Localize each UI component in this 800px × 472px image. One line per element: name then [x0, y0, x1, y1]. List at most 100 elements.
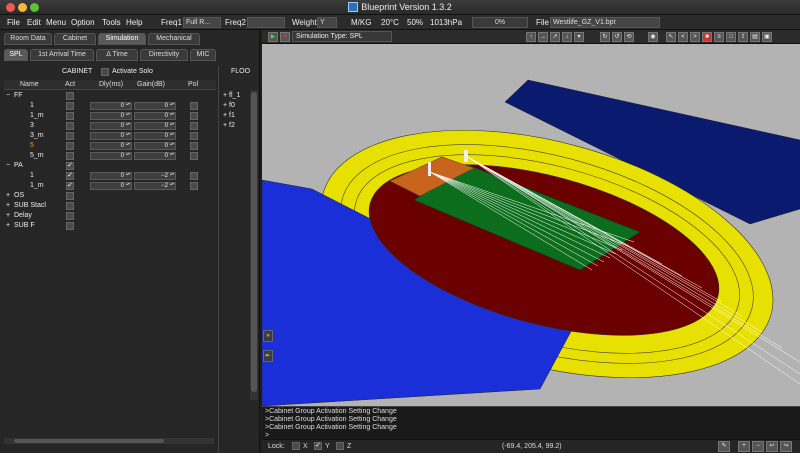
- tab-simulation[interactable]: Simulation: [98, 33, 146, 45]
- layers-icon[interactable]: ≡: [714, 32, 724, 42]
- gain-stepper[interactable]: −2: [134, 182, 176, 190]
- polarity-button[interactable]: [190, 122, 198, 130]
- delay-stepper[interactable]: 0: [90, 102, 132, 110]
- corner-icon[interactable]: ↪: [780, 441, 792, 452]
- act-checkbox[interactable]: [66, 152, 74, 160]
- menu-menu[interactable]: Menu: [46, 18, 66, 27]
- tab-cabinet[interactable]: Cabinet: [54, 33, 96, 45]
- table-row[interactable]: 5 0 0: [4, 141, 216, 151]
- tree-group-sub-f[interactable]: + SUB F: [4, 221, 216, 231]
- menu-tools[interactable]: Tools: [102, 18, 121, 27]
- tree-expander[interactable]: +: [223, 92, 227, 99]
- move-right-icon[interactable]: →: [538, 32, 548, 42]
- tree-expander[interactable]: +: [6, 192, 10, 199]
- scroll-thumb[interactable]: [14, 439, 164, 443]
- activate-solo-checkbox[interactable]: [101, 68, 109, 76]
- table-row[interactable]: 3 0 0: [4, 121, 216, 131]
- polarity-button[interactable]: [190, 152, 198, 160]
- arrow-icon[interactable]: ↖: [666, 32, 676, 42]
- act-checkbox[interactable]: [66, 102, 74, 110]
- rotate-ccw-icon[interactable]: ↺: [612, 32, 622, 42]
- remove-point-icon[interactable]: −: [752, 441, 764, 452]
- tree-expander[interactable]: +: [6, 222, 10, 229]
- tree-expander[interactable]: −: [6, 162, 10, 169]
- tab-directivity[interactable]: Directivity: [140, 49, 188, 61]
- play-icon[interactable]: ▶: [268, 32, 278, 42]
- tree-group-delay[interactable]: + Delay: [4, 211, 216, 221]
- refresh-icon[interactable]: ⟲: [624, 32, 634, 42]
- add-point-icon[interactable]: +: [738, 441, 750, 452]
- polarity-button[interactable]: [190, 172, 198, 180]
- table-row[interactable]: 5_m 0 0: [4, 151, 216, 161]
- tree-expander[interactable]: +: [6, 202, 10, 209]
- left-vertical-scrollbar[interactable]: [250, 90, 258, 400]
- tab-mic[interactable]: MIC: [190, 49, 216, 61]
- floor-item[interactable]: + f2: [223, 122, 235, 129]
- window-icon[interactable]: □: [726, 32, 736, 42]
- group-act-checkbox[interactable]: [66, 222, 74, 230]
- delay-stepper[interactable]: 0: [90, 182, 132, 190]
- back-icon[interactable]: <: [678, 32, 688, 42]
- delay-stepper[interactable]: 0: [90, 172, 132, 180]
- stop-square-icon[interactable]: ■: [702, 32, 712, 42]
- group-act-checkbox[interactable]: [66, 212, 74, 220]
- weight-select[interactable]: Y: [317, 17, 337, 28]
- table-row[interactable]: 3_m 0 0: [4, 131, 216, 141]
- rotate-cw-icon[interactable]: ↻: [600, 32, 610, 42]
- menu-help[interactable]: Help: [126, 18, 142, 27]
- delay-stepper[interactable]: 0: [90, 132, 132, 140]
- act-checkbox[interactable]: ✓: [66, 172, 74, 180]
- tree-group-sub-stack[interactable]: + SUB Stacl: [4, 201, 216, 211]
- act-checkbox[interactable]: ✓: [66, 182, 74, 190]
- polarity-button[interactable]: [190, 182, 198, 190]
- stop-icon[interactable]: ✕: [280, 32, 290, 42]
- table-row[interactable]: 1_m ✓ 0 −2: [4, 181, 216, 191]
- floor-item[interactable]: + f0: [223, 102, 235, 109]
- forward-icon[interactable]: >: [690, 32, 700, 42]
- expand-panel-button[interactable]: »: [263, 330, 273, 342]
- table-row[interactable]: 1 0 0: [4, 101, 216, 111]
- tab-delta-time[interactable]: Δ Time: [96, 49, 138, 61]
- tree-group-pa[interactable]: − PA ✓: [4, 161, 216, 171]
- delay-stepper[interactable]: 0: [90, 122, 132, 130]
- delay-stepper[interactable]: 0: [90, 152, 132, 160]
- polarity-button[interactable]: [190, 142, 198, 150]
- lock-x-checkbox[interactable]: [292, 442, 300, 450]
- act-checkbox[interactable]: [66, 122, 74, 130]
- export-icon[interactable]: ⇪: [738, 32, 748, 42]
- left-horizontal-scrollbar[interactable]: [4, 438, 214, 444]
- dock-panel-button[interactable]: ⇤: [263, 350, 273, 362]
- rotate-icon[interactable]: ↗: [550, 32, 560, 42]
- gain-stepper[interactable]: 0: [134, 132, 176, 140]
- tree-group-os[interactable]: + OS: [4, 191, 216, 201]
- pen-icon[interactable]: ✎: [718, 441, 730, 452]
- gain-stepper[interactable]: 0: [134, 142, 176, 150]
- document-icon[interactable]: ▤: [750, 32, 760, 42]
- floor-item[interactable]: + f1: [223, 112, 235, 119]
- move-down-icon[interactable]: ↓: [562, 32, 572, 42]
- scroll-thumb[interactable]: [251, 92, 257, 392]
- gain-stepper[interactable]: 0: [134, 112, 176, 120]
- table-row[interactable]: 1_m 0 0: [4, 111, 216, 121]
- delay-stepper[interactable]: 0: [90, 142, 132, 150]
- lock-z-checkbox[interactable]: [336, 442, 344, 450]
- group-act-checkbox[interactable]: [66, 202, 74, 210]
- polarity-button[interactable]: [190, 132, 198, 140]
- eye-icon[interactable]: ◉: [648, 32, 658, 42]
- floor-item[interactable]: + fl_1: [223, 92, 240, 99]
- delay-stepper[interactable]: 0: [90, 112, 132, 120]
- group-act-checkbox[interactable]: [66, 192, 74, 200]
- tab-mechanical[interactable]: Mechanical: [148, 33, 200, 45]
- gain-stepper[interactable]: 0: [134, 152, 176, 160]
- gain-stepper[interactable]: 0: [134, 102, 176, 110]
- tilt-icon[interactable]: ▾: [574, 32, 584, 42]
- 3d-viewport[interactable]: [262, 44, 800, 406]
- tree-expander[interactable]: +: [223, 102, 227, 109]
- gain-stepper[interactable]: −2: [134, 172, 176, 180]
- menu-option[interactable]: Option: [71, 18, 95, 27]
- menu-file[interactable]: File: [7, 18, 20, 27]
- menu-edit[interactable]: Edit: [27, 18, 41, 27]
- freq2-select[interactable]: [247, 17, 285, 28]
- print-icon[interactable]: ▣: [762, 32, 772, 42]
- move-up-icon[interactable]: ↑: [526, 32, 536, 42]
